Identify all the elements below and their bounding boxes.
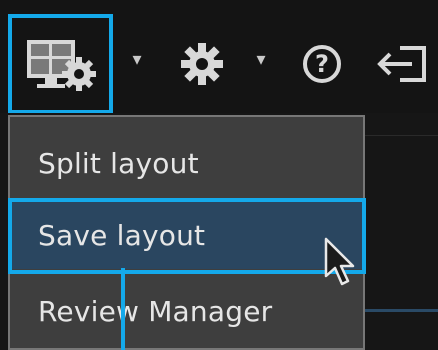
chevron-down-icon: ▾ — [256, 49, 266, 70]
mouse-cursor-icon — [324, 237, 355, 286]
highlight-connector — [121, 268, 125, 350]
settings-button[interactable] — [172, 36, 232, 92]
toolbar: ▾ ▾ ? — [0, 0, 438, 114]
help-icon: ? — [303, 45, 341, 83]
layout-settings-icon — [26, 40, 96, 91]
menu-separator — [10, 271, 363, 273]
menu-item-label: Split layout — [38, 146, 199, 180]
divider — [365, 309, 438, 312]
logout-icon — [377, 46, 426, 82]
help-glyph: ? — [315, 50, 329, 78]
chevron-down-icon: ▾ — [132, 49, 142, 70]
help-button[interactable]: ? — [292, 36, 352, 92]
menu-item-label: Review Manager — [38, 294, 273, 328]
settings-dropdown-caret[interactable]: ▾ — [248, 40, 274, 80]
gear-icon — [181, 43, 223, 85]
menu-item-review-manager[interactable]: Review Manager — [10, 277, 363, 345]
layout-menu-button[interactable] — [8, 14, 113, 114]
layout-dropdown-menu: Split layout Save layout Review Manager — [8, 115, 365, 350]
menu-item-save-layout[interactable]: Save layout — [10, 201, 363, 269]
menu-item-label: Save layout — [38, 218, 206, 252]
divider — [365, 135, 438, 136]
menu-item-split-layout[interactable]: Split layout — [10, 129, 363, 197]
logout-button[interactable] — [370, 36, 438, 92]
layout-dropdown-caret[interactable]: ▾ — [124, 40, 150, 80]
